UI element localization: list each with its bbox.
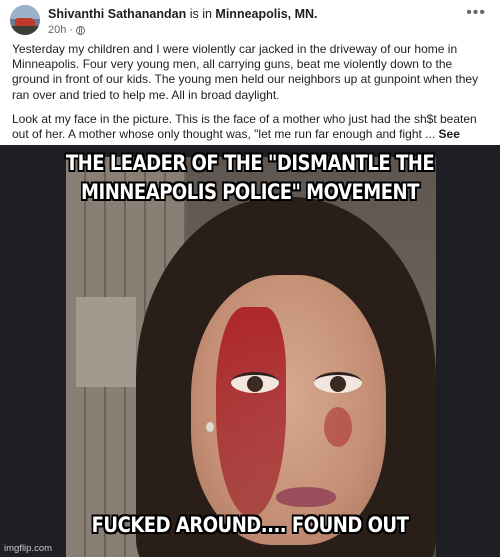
facebook-post: Shivanthi Sathanandan is in Minneapolis,… [0, 0, 500, 156]
globe-icon [76, 25, 86, 35]
imgflip-watermark: imgflip.com [4, 543, 53, 554]
meme-image: THE LEADER OF THE "DISMANTLE THE MINNEAP… [0, 145, 500, 557]
author-name[interactable]: Shivanthi Sathanandan [48, 7, 186, 21]
portrait-photo [66, 157, 436, 557]
meme-bottom-caption: FUCKED AROUND.... FOUND OUT [91, 513, 409, 537]
post-meta: 20h · [48, 24, 86, 36]
post-header: Shivanthi Sathanandan is in Minneapolis,… [48, 7, 318, 21]
author-avatar[interactable] [10, 5, 40, 35]
location-prefix: is in [189, 7, 212, 21]
post-timestamp[interactable]: 20h [48, 24, 66, 36]
meme-top-caption: THE LEADER OF THE "DISMANTLE THE MINNEAP… [65, 151, 435, 204]
post-paragraph-1: Yesterday my children and I were violent… [12, 42, 479, 102]
ellipsis-icon[interactable]: ••• [466, 5, 486, 21]
location-link[interactable]: Minneapolis, MN. [215, 7, 317, 21]
